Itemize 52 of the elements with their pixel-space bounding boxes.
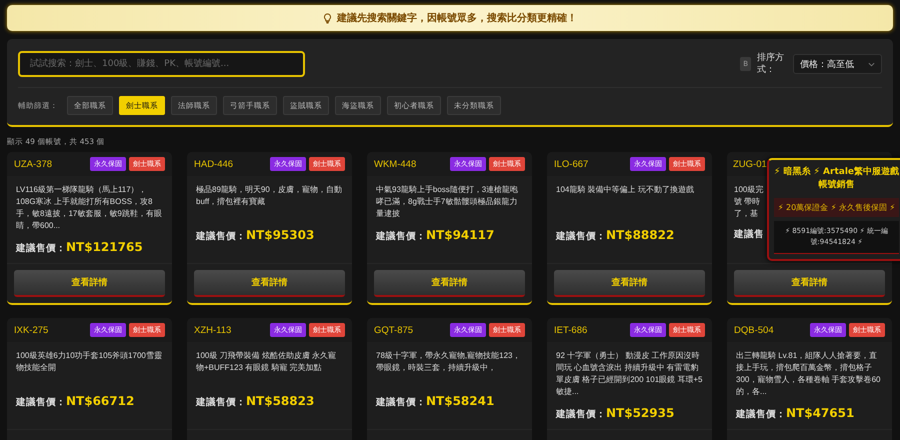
account-id: GQT-875 [374, 324, 414, 336]
price-label: 建議售價： [556, 408, 606, 421]
account-id: IXK-275 [14, 324, 48, 336]
account-description: 中氣93龍騎上手boss隨便打，3連槍龍咆哮已滿，8g戰士手7敏骷髏頭極品銀龍力量逮披 [376, 184, 520, 220]
price-value: NT$66712 [66, 394, 134, 408]
price-label: 建議售價： [556, 230, 606, 243]
account-id: XZH-113 [194, 324, 232, 336]
price-value: NT$88822 [606, 228, 674, 242]
price-value: NT$58823 [246, 394, 314, 408]
details-button[interactable]: 查看詳情 [374, 270, 525, 297]
price-label: 建議售價： [16, 396, 66, 409]
price-label: 建議售價： [736, 408, 786, 421]
account-description: 78級十字軍，帶永久寵物,寵物技能123，帶眼鏡，時裝三套，持續升級中， [376, 350, 522, 374]
account-description: 100級英雄6力10功手套105斧頭1700雪靈物技能全開 [16, 350, 163, 374]
price-label: 建議售價： [376, 396, 426, 409]
price-value: NT$47651 [786, 406, 854, 420]
account-description: 極品89龍騎，明天90，皮膚，寵物，自動buff，揹包裡有寶藏 [196, 184, 343, 208]
account-id: UZA-378 [14, 158, 52, 170]
price-value: NT$94117 [426, 228, 494, 242]
details-button[interactable]: 查看詳情 [734, 270, 885, 297]
sort-label: 排序方式： [757, 52, 785, 76]
details-button[interactable]: 查看詳情 [194, 270, 345, 297]
guarantee-note: ⚡ 20萬保證金 ⚡ 永久售後保固 ⚡ [774, 198, 899, 217]
account-id: HAD-446 [194, 158, 234, 170]
account-id: DQB-504 [734, 324, 774, 336]
account-id: ZUG-01 [733, 158, 767, 170]
sort-dropdown[interactable]: 價格：高至低 [793, 54, 882, 74]
details-button[interactable]: 查看詳情 [14, 270, 165, 297]
price-value: NT$58241 [426, 394, 494, 408]
account-description: 100級完號 帶時了，基 [734, 184, 764, 220]
chevron-down-icon [868, 62, 875, 66]
price-label: 建議售價： [376, 230, 426, 243]
lightbulb-icon [323, 12, 332, 24]
price-label: 建議售價： [196, 396, 246, 409]
price-label: 建議售價： [16, 242, 66, 255]
notice-text: 建議先搜索關鍵字，因帳號眾多，搜索比分類更精確！ [337, 11, 577, 25]
account-description: 92 十字軍（勇士） 動漫皮 工作原因沒時間玩 心血號含淚出 持續升級中 有雷電豹單皮膚 格子已經開到200 101眼鏡 耳環+5敏捷... [556, 350, 703, 398]
account-id: WKM-448 [374, 158, 416, 170]
account-description: 104龍騎 裝備中等偏上 玩不動了換遊戲 [556, 184, 695, 196]
search-field[interactable]: 試試搜索：劍士、100級、賺錢、PK、帳號編號... [18, 51, 305, 77]
price-value: NT$52935 [606, 406, 674, 420]
account-description: 100級 刀飛帶裝備 炫酷佐助皮膚 永久寵物+BUFF123 有眼鏡 騎寵 完美加點 [196, 350, 338, 374]
price-label: 建議售價： [196, 230, 246, 243]
account-description: LV116級第一梯隊龍騎（馬上117），108G寒冰 上手就能打所有BOSS，攻8手，敏8遠披，17敏套服，敏9跳鞋，有眼睛，帶600... [16, 184, 163, 232]
promo-title: ⚡ 暗黑糸 ⚡ Artale繁中服遊戲帳號銷售 [774, 166, 899, 192]
details-button[interactable]: 查看詳情 [554, 270, 705, 297]
account-id: ILO-667 [554, 158, 588, 170]
account-description: 出三轉龍騎 Lv.81，組隊人人搶著要，直接上手玩，揹包爬百萬金幣，揹包格子300，寵物雪人，各種卷軸 手套攻擊卷60的，各... [736, 350, 882, 398]
account-id: IET-686 [554, 324, 588, 336]
price-value: NT$95303 [246, 228, 314, 242]
price-label: 建議售 [734, 228, 764, 241]
price-value: NT$121765 [66, 240, 143, 254]
